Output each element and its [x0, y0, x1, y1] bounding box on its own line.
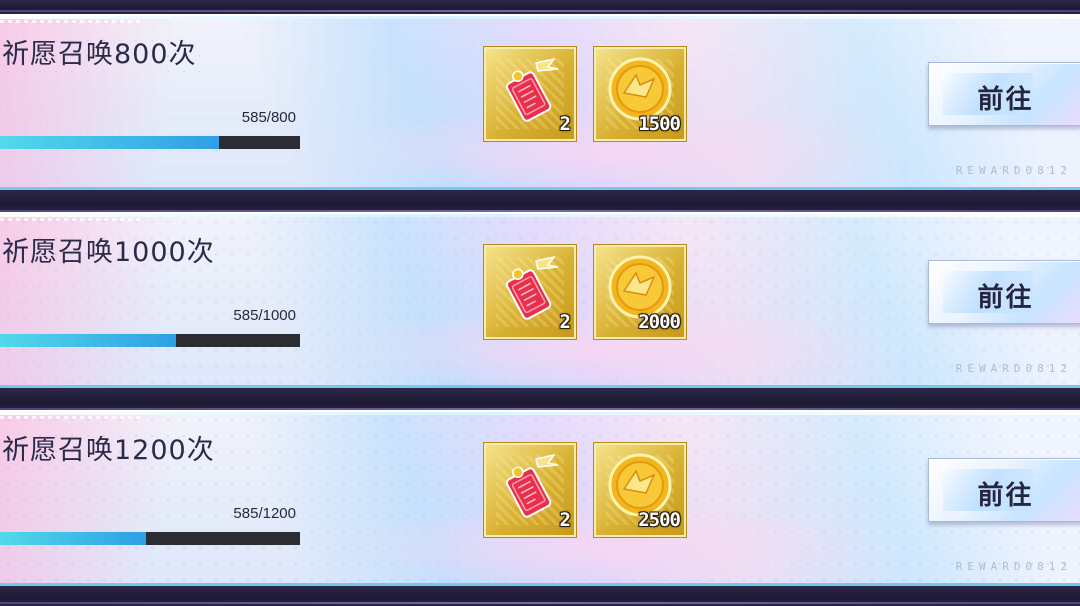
progress-text: 585/800 [241, 109, 296, 126]
progress-bar [0, 136, 300, 149]
reward-item-charm[interactable]: 2 [484, 443, 576, 537]
progress-text: 585/1000 [233, 307, 296, 324]
reward-item-charm[interactable]: 2 [484, 245, 576, 339]
progress-bar [0, 532, 300, 545]
reward-code: REWARD0812 [955, 362, 1072, 375]
go-button[interactable]: 前往 [928, 458, 1080, 522]
task-card: 祈愿召唤1200次 585/1200 2 2500 前往 REWARD0812 [0, 410, 1080, 586]
task-card: 祈愿召唤1000次 585/1000 2 2000 前往 REWARD0812 [0, 212, 1080, 388]
go-button-label: 前往 [977, 85, 1034, 115]
reward-code: REWARD0812 [955, 164, 1072, 177]
top-divider [0, 0, 1080, 14]
task-title: 祈愿召唤1000次 [2, 237, 215, 268]
reward-code: REWARD0812 [955, 560, 1072, 573]
task-title: 祈愿召唤800次 [2, 39, 197, 70]
go-button-label: 前往 [977, 283, 1034, 313]
bottom-divider [0, 586, 1080, 606]
progress-bar [0, 334, 300, 347]
progress-text: 585/1200 [233, 505, 296, 522]
reward-count: 1500 [638, 113, 681, 135]
reward-count: 2 [559, 113, 571, 135]
progress-fill [0, 136, 220, 149]
task-title: 祈愿召唤1200次 [2, 435, 215, 466]
reward-count: 2 [559, 509, 571, 531]
task-card: 祈愿召唤800次 585/800 2 1500 前往 REWARD0812 [0, 14, 1080, 190]
reward-item-coin[interactable]: 1500 [594, 47, 686, 141]
progress-fill [0, 532, 147, 545]
divider [0, 190, 1080, 214]
reward-item-coin[interactable]: 2500 [594, 443, 686, 537]
reward-count: 2 [559, 311, 571, 333]
go-button[interactable]: 前往 [928, 260, 1080, 324]
reward-item-charm[interactable]: 2 [484, 47, 576, 141]
reward-count: 2000 [638, 311, 681, 333]
go-button-label: 前往 [977, 481, 1034, 511]
go-button[interactable]: 前往 [928, 62, 1080, 126]
reward-item-coin[interactable]: 2000 [594, 245, 686, 339]
divider [0, 388, 1080, 412]
reward-count: 2500 [638, 509, 681, 531]
progress-fill [0, 334, 176, 347]
